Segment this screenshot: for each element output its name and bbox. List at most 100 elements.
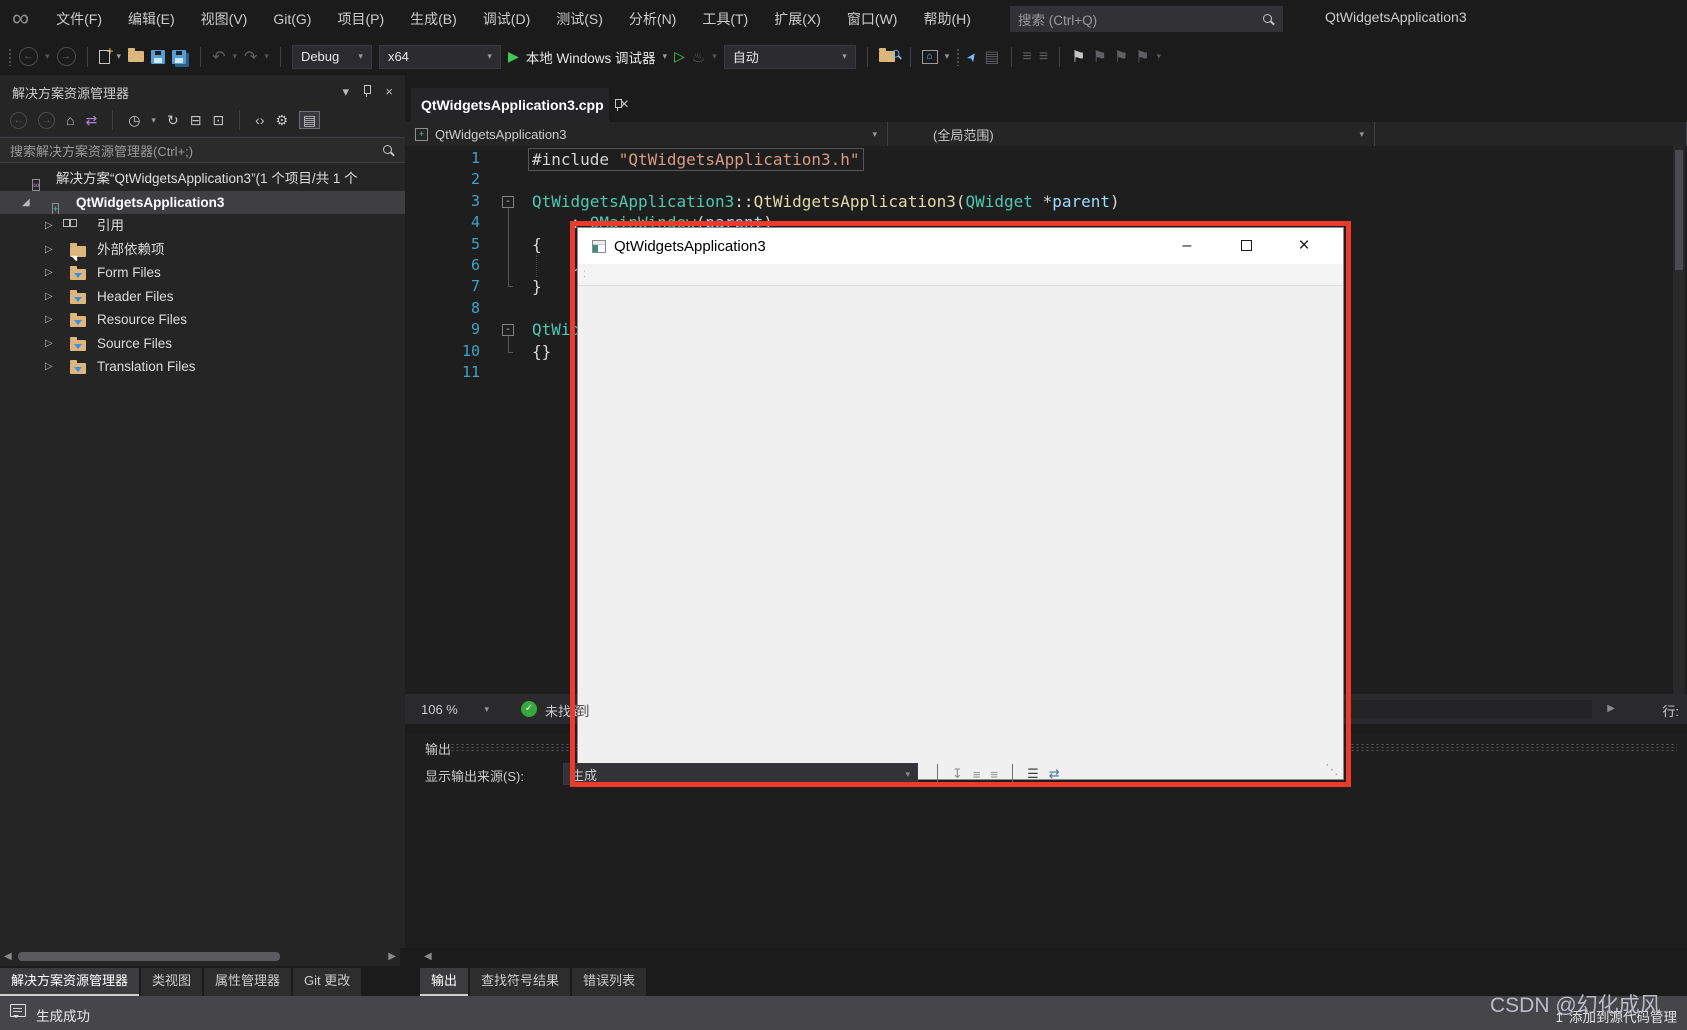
panel-tab-Git 更改[interactable]: Git 更改 xyxy=(293,968,362,996)
chevron-down-icon[interactable]: ▾ xyxy=(663,51,668,62)
toggle-bookmark-button[interactable]: ⚑ xyxy=(1071,47,1085,67)
hot-reload-button[interactable]: ♨ xyxy=(692,48,705,66)
show-all-files-button[interactable]: ⊡ xyxy=(212,112,224,129)
forward-button[interactable]: → xyxy=(38,111,55,129)
panel-tab-属性管理器[interactable]: 属性管理器 xyxy=(204,968,292,996)
menu-item-8[interactable]: 分析(N) xyxy=(616,7,689,31)
prev-bookmark-button[interactable]: ⚑ xyxy=(1093,47,1107,67)
tree-item-resource-files[interactable]: ▷ Resource Files xyxy=(0,308,405,332)
navigate-back-button[interactable]: ← xyxy=(19,47,38,66)
collapsed-icon[interactable]: ▷ xyxy=(45,332,53,356)
solution-explorer-search-input[interactable]: 搜索解决方案资源管理器(Ctrl+;) xyxy=(0,137,405,163)
minimize-button[interactable]: – xyxy=(1165,228,1209,264)
collapsed-icon[interactable]: ▷ xyxy=(45,308,53,332)
menu-item-9[interactable]: 工具(T) xyxy=(689,7,761,31)
close-icon[interactable]: × xyxy=(385,84,393,99)
toolbar-grip[interactable] xyxy=(956,47,961,66)
menu-item-1[interactable]: 编辑(E) xyxy=(115,7,188,31)
tree-item-header-files[interactable]: ▷ Header Files xyxy=(0,285,405,309)
clear-all-button[interactable]: ↧ xyxy=(952,766,963,782)
refresh-button[interactable]: ↻ xyxy=(167,112,179,129)
clear-bookmarks-button[interactable]: ⚑ xyxy=(1135,47,1149,67)
chevron-down-icon[interactable]: ▾ xyxy=(945,51,950,62)
menu-item-6[interactable]: 调试(D) xyxy=(470,7,543,31)
view-code-button[interactable]: ‹› xyxy=(255,112,264,128)
paste-button[interactable]: ▤ xyxy=(984,47,999,67)
panel-tab-类视图[interactable]: 类视图 xyxy=(141,968,203,996)
nav-member-dropdown[interactable] xyxy=(1376,122,1687,146)
right-arrow-icon[interactable]: ▶ xyxy=(1607,700,1615,718)
sidebar-horizontal-scrollbar[interactable]: ◀ ▶ xyxy=(0,948,400,966)
chevron-down-icon[interactable]: ▾ xyxy=(117,51,122,62)
open-file-button[interactable] xyxy=(128,48,145,62)
collapsed-icon[interactable]: ▷ xyxy=(45,285,53,309)
right-arrow-icon[interactable]: ▶ xyxy=(388,951,396,962)
chevron-down-icon[interactable]: ▾ xyxy=(712,51,717,62)
platform-select[interactable]: x64 ▾ xyxy=(378,44,501,69)
maximize-button[interactable] xyxy=(1224,228,1268,264)
fold-toggle-icon[interactable]: - xyxy=(502,195,514,208)
solution-home-button[interactable]: ⌂ xyxy=(921,49,938,64)
menu-item-2[interactable]: 视图(V) xyxy=(188,7,261,31)
indent-button[interactable]: ≡ xyxy=(1039,48,1048,66)
nav-project-dropdown[interactable]: + QtWidgetsApplication3 ▾ xyxy=(405,122,888,146)
tree-item-references[interactable]: ▷ 引用 xyxy=(0,214,405,238)
find-in-files-button[interactable] xyxy=(878,47,900,65)
left-arrow-icon[interactable]: ◀ xyxy=(4,951,12,962)
tree-item-source-files[interactable]: ▷ Source Files xyxy=(0,332,405,356)
editor-vertical-scrollbar[interactable] xyxy=(1673,146,1685,694)
menu-item-7[interactable]: 测试(S) xyxy=(543,7,616,31)
menu-item-3[interactable]: Git(G) xyxy=(260,7,324,31)
expanded-icon[interactable]: ◢ xyxy=(22,191,30,215)
word-wrap-button[interactable]: ⇄ xyxy=(1049,766,1060,782)
back-button[interactable]: ← xyxy=(10,111,27,129)
home-button[interactable]: ⌂ xyxy=(66,112,74,128)
messages-button[interactable]: ≡ xyxy=(973,767,981,782)
panel-tab-查找符号结果[interactable]: 查找符号结果 xyxy=(470,968,571,996)
start-debug-button[interactable]: ▶ xyxy=(508,48,519,65)
left-arrow-icon[interactable]: ◀ xyxy=(424,951,432,962)
menu-item-12[interactable]: 帮助(H) xyxy=(910,7,983,31)
fold-toggle-icon[interactable]: - xyxy=(502,324,514,337)
chevron-down-icon[interactable]: ▾ xyxy=(342,84,349,100)
tree-item-form-files[interactable]: ▷ Form Files xyxy=(0,261,405,285)
save-all-button[interactable] xyxy=(172,49,187,64)
collapsed-icon[interactable]: ▷ xyxy=(45,261,53,285)
chevron-down-icon[interactable]: ▾ xyxy=(232,51,237,62)
collapse-all-button[interactable]: ⊟ xyxy=(190,112,202,129)
output-source-select[interactable]: 生成 ▾ xyxy=(563,763,918,785)
editor-tab[interactable]: QtWidgetsApplication3.cpp × xyxy=(411,88,629,122)
toolbar-grip[interactable] xyxy=(8,47,12,66)
collapsed-icon[interactable]: ▷ xyxy=(45,355,53,379)
start-without-debug-button[interactable]: ▷ xyxy=(674,48,685,65)
pending-changes-filter-button[interactable]: ◷ xyxy=(128,112,140,129)
panel-tab-解决方案资源管理器[interactable]: 解决方案资源管理器 xyxy=(0,968,140,996)
scrollbar-thumb[interactable] xyxy=(18,952,280,961)
messages-button[interactable]: ≡ xyxy=(991,767,999,782)
nav-scope-dropdown[interactable]: (全局范围) ▾ xyxy=(889,122,1375,146)
code-line-1[interactable]: 1 #include "QtWidgetsApplication3.h" xyxy=(405,148,1673,172)
pin-icon[interactable] xyxy=(361,84,373,98)
code-line-2[interactable]: 2 xyxy=(405,169,1673,190)
menu-item-10[interactable]: 扩展(X) xyxy=(761,7,834,31)
collapsed-icon[interactable]: ▷ xyxy=(45,214,53,238)
new-project-button[interactable] xyxy=(98,44,114,64)
menu-item-4[interactable]: 项目(P) xyxy=(324,7,397,31)
menu-item-11[interactable]: 窗口(W) xyxy=(834,7,911,31)
menu-item-5[interactable]: 生成(B) xyxy=(397,7,470,31)
quick-search-input[interactable]: 搜索 (Ctrl+Q) xyxy=(1010,6,1283,32)
pointer-mode-button[interactable]: ➤ xyxy=(964,48,981,64)
configuration-select[interactable]: Debug ▾ xyxy=(291,44,372,69)
properties-button[interactable]: ⚙ xyxy=(275,112,288,129)
tree-item-translation-files[interactable]: ▷ Translation Files xyxy=(0,355,405,379)
tree-item-external-deps[interactable]: ▷ ◥ 外部依赖项 xyxy=(0,238,405,262)
undo-button[interactable]: ↶ xyxy=(212,47,225,67)
tree-item-solution[interactable]: ∞ 解决方案“QtWidgetsApplication3”(1 个项目/共 1 个 xyxy=(0,167,405,191)
chevron-down-icon[interactable]: ▾ xyxy=(45,51,50,62)
profile-select[interactable]: 自动 ▾ xyxy=(723,44,856,69)
save-button[interactable] xyxy=(151,49,166,64)
panel-tab-错误列表[interactable]: 错误列表 xyxy=(572,968,647,996)
redo-button[interactable]: ↷ xyxy=(244,47,257,67)
chevron-down-icon[interactable]: ▾ xyxy=(1157,51,1162,62)
panel-tab-输出[interactable]: 输出 xyxy=(420,968,469,996)
